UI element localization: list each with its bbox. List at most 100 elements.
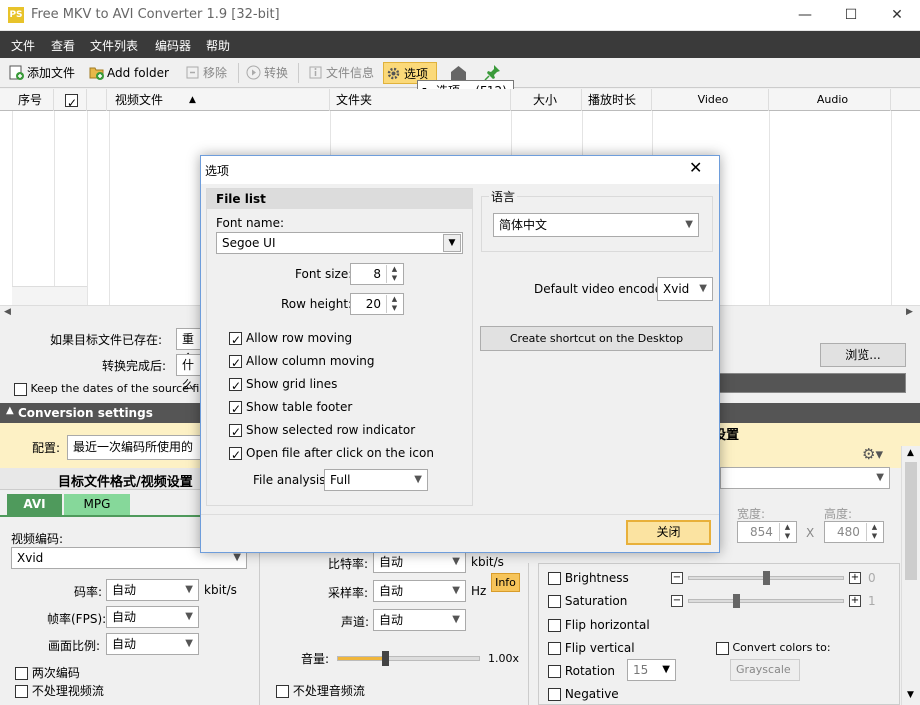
negative-checkbox[interactable] (548, 688, 561, 701)
brightness-checkbox[interactable] (548, 572, 561, 585)
cb-row-5[interactable]: Open file after click on the icon (229, 443, 434, 465)
browse-button[interactable]: 浏览... (820, 343, 906, 367)
open-file-on-icon-checkbox[interactable] (229, 445, 242, 465)
col-size[interactable]: 大小 (511, 89, 582, 111)
negative-row[interactable]: Negative (548, 687, 619, 701)
minimize-icon[interactable]: — (782, 0, 828, 31)
menu-encoder[interactable]: 编码器 (155, 37, 191, 54)
audio-bitrate-select[interactable]: 自动 ▼ (373, 551, 466, 573)
scroll-right-icon[interactable]: ▶ (906, 307, 913, 317)
show-table-footer-checkbox[interactable] (229, 399, 242, 419)
volume-thumb[interactable] (381, 651, 389, 666)
rotation-checkbox[interactable] (548, 665, 561, 678)
cb-row-2[interactable]: Show grid lines (229, 374, 337, 396)
no-audio-row[interactable]: 不处理音频流 (276, 682, 365, 699)
tab-mpg[interactable]: MPG (64, 494, 130, 515)
output-path-field[interactable] (719, 373, 906, 393)
saturation-plus-icon[interactable]: + (849, 595, 861, 607)
samplerate-select[interactable]: 自动 ▼ (373, 580, 466, 602)
add-file-button[interactable]: 添加文件 (7, 62, 75, 84)
show-grid-lines-checkbox[interactable] (229, 376, 242, 396)
height-spin[interactable]: 480 ▲ ▼ (824, 521, 884, 543)
dialog-close-icon[interactable]: ✕ (689, 158, 702, 177)
col-video[interactable]: Video (652, 89, 769, 111)
row-height-spin[interactable]: 20 ▲ ▼ (350, 293, 404, 315)
keep-dates-row[interactable]: Keep the dates of the source files (14, 382, 215, 396)
vertical-scrollbar[interactable]: ▲ ▼ (901, 446, 920, 705)
cb-row-0[interactable]: Allow row moving (229, 328, 352, 350)
maximize-icon[interactable]: ☐ (828, 0, 874, 31)
menu-view[interactable]: 查看 (51, 37, 75, 54)
scroll-down-icon[interactable]: ▼ (907, 690, 914, 700)
info-button[interactable]: Info (491, 573, 520, 592)
spin-arrows-icon[interactable]: ▲ ▼ (386, 265, 402, 283)
saturation-minus-icon[interactable]: − (671, 595, 683, 607)
col-video-file[interactable]: 视频文件 ▲ (109, 89, 330, 111)
convert-button[interactable]: 转换 (244, 62, 288, 84)
channels-select[interactable]: 自动 ▼ (373, 609, 466, 631)
fps-select[interactable]: 自动 ▼ (106, 606, 199, 628)
cb-row-4[interactable]: Show selected row indicator (229, 420, 415, 442)
rotation-row[interactable]: Rotation (548, 664, 615, 678)
flip-h-checkbox[interactable] (548, 619, 561, 632)
brightness-row[interactable]: Brightness (548, 571, 629, 585)
bitrate-select[interactable]: 自动 ▼ (106, 579, 199, 601)
no-video-row[interactable]: 不处理视频流 (15, 682, 104, 699)
brightness-plus-icon[interactable]: + (849, 572, 861, 584)
keep-dates-checkbox[interactable] (14, 382, 27, 396)
saturation-row[interactable]: Saturation (548, 594, 627, 608)
menu-help[interactable]: 帮助 (206, 37, 230, 54)
config-select[interactable]: 最近一次编码所使用的 (67, 435, 207, 460)
default-encoder-select[interactable]: Xvid ▼ (657, 277, 713, 301)
right-profile-select[interactable]: ▼ (720, 467, 890, 489)
convert-colors-row[interactable]: Convert colors to: (716, 641, 831, 655)
col-index[interactable]: 序号 (12, 89, 54, 111)
flip-h-row[interactable]: Flip horizontal (548, 618, 650, 632)
menu-file-list[interactable]: 文件列表 (90, 37, 138, 54)
home-icon[interactable] (450, 64, 467, 81)
grayscale-select[interactable]: Grayscale (730, 659, 800, 681)
flip-v-row[interactable]: Flip vertical (548, 641, 635, 655)
create-shortcut-button[interactable]: Create shortcut on the Desktop (480, 326, 713, 351)
scroll-left-icon[interactable]: ◀ (4, 307, 11, 317)
pin-icon[interactable] (484, 64, 501, 81)
volume-slider[interactable] (337, 651, 480, 666)
scroll-up-icon[interactable]: ▲ (907, 448, 914, 458)
scroll-thumb[interactable] (905, 462, 917, 580)
allow-column-moving-checkbox[interactable] (229, 353, 242, 373)
rotation-select[interactable]: 15 ▼ (627, 659, 676, 681)
language-select[interactable]: 简体中文 ▼ (493, 213, 699, 237)
close-button[interactable]: 关闭 (626, 520, 711, 545)
brightness-minus-icon[interactable]: − (671, 572, 683, 584)
menu-file[interactable]: 文件 (11, 37, 35, 54)
saturation-thumb[interactable] (733, 594, 740, 608)
width-spin[interactable]: 854 ▲ ▼ (737, 521, 797, 543)
tab-avi[interactable]: AVI (7, 494, 62, 515)
close-icon[interactable]: ✕ (874, 0, 920, 31)
font-size-spin[interactable]: 8 ▲ ▼ (350, 263, 404, 285)
add-folder-button[interactable]: Add folder (87, 62, 169, 84)
file-analysis-select[interactable]: Full ▼ (324, 469, 428, 491)
col-folder[interactable]: 文件夹 (330, 89, 511, 111)
col-duration[interactable]: 播放时长 (582, 89, 652, 111)
cb-row-3[interactable]: Show table footer (229, 397, 352, 419)
two-pass-checkbox[interactable] (15, 667, 28, 680)
spin-arrows-icon[interactable]: ▲ ▼ (386, 295, 402, 313)
font-name-select[interactable]: Segoe UI ▼ (216, 232, 463, 254)
no-video-checkbox[interactable] (15, 685, 28, 698)
convert-colors-checkbox[interactable] (716, 641, 729, 655)
brightness-thumb[interactable] (763, 571, 770, 585)
cb-row-1[interactable]: Allow column moving (229, 351, 375, 373)
allow-row-moving-checkbox[interactable] (229, 330, 242, 350)
saturation-slider[interactable] (688, 599, 844, 603)
settings-gear-icon[interactable]: ⚙▾ (862, 445, 883, 463)
no-audio-checkbox[interactable] (276, 685, 289, 698)
col-audio[interactable]: Audio (769, 89, 891, 111)
show-row-indicator-checkbox[interactable] (229, 422, 242, 442)
saturation-checkbox[interactable] (548, 595, 561, 608)
two-pass-row[interactable]: 两次编码 (15, 664, 80, 681)
remove-button[interactable]: 移除 (183, 62, 227, 84)
col-check[interactable] (54, 89, 87, 114)
flip-v-checkbox[interactable] (548, 642, 561, 655)
aspect-select[interactable]: 自动 ▼ (106, 633, 199, 655)
